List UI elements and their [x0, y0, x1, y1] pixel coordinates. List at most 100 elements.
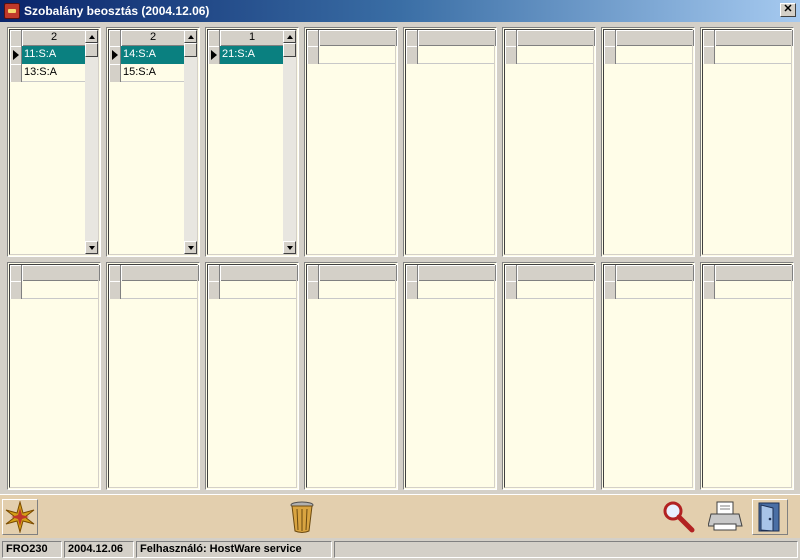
scroll-up-icon[interactable]: [184, 30, 197, 43]
list-item[interactable]: [604, 46, 692, 64]
list-item[interactable]: 14:S:A: [109, 46, 186, 64]
column-header[interactable]: [319, 265, 397, 281]
room-panel[interactable]: [403, 262, 497, 490]
column-header[interactable]: [616, 30, 694, 46]
column-header[interactable]: [418, 265, 496, 281]
column-header[interactable]: [517, 30, 595, 46]
room-panel[interactable]: [700, 27, 794, 257]
list-item[interactable]: [505, 46, 593, 64]
room-panel[interactable]: 2 14:S:A 15:S:A: [106, 27, 200, 257]
list-item[interactable]: [307, 281, 395, 299]
room-cell[interactable]: 21:S:A: [220, 46, 285, 64]
column-header[interactable]: [616, 265, 694, 281]
room-cell[interactable]: [22, 281, 100, 299]
scroll-up-icon[interactable]: [283, 30, 296, 43]
room-cell[interactable]: [616, 46, 694, 64]
room-cell[interactable]: [715, 281, 793, 299]
room-cell[interactable]: [418, 46, 496, 64]
column-header[interactable]: 1: [220, 30, 285, 46]
vertical-scrollbar[interactable]: [85, 30, 98, 254]
room-cell[interactable]: [418, 281, 496, 299]
room-panel[interactable]: [106, 262, 200, 490]
vertical-scrollbar[interactable]: [283, 30, 296, 254]
list-item[interactable]: [10, 281, 98, 299]
column-header[interactable]: 2: [22, 30, 87, 46]
printer-icon[interactable]: [708, 499, 744, 535]
scroll-down-icon[interactable]: [283, 241, 296, 254]
column-header[interactable]: [220, 265, 298, 281]
room-cell[interactable]: [319, 281, 397, 299]
room-panel[interactable]: [304, 262, 398, 490]
room-panel[interactable]: [700, 262, 794, 490]
star-icon[interactable]: [2, 499, 38, 535]
grid-corner: [703, 265, 715, 281]
row-indicator: [10, 64, 22, 82]
exit-door-icon[interactable]: [752, 499, 788, 535]
list-item[interactable]: 21:S:A: [208, 46, 285, 64]
column-header[interactable]: 2: [121, 30, 186, 46]
room-cell[interactable]: 11:S:A: [22, 46, 87, 64]
list-item[interactable]: [406, 281, 494, 299]
room-cell[interactable]: [517, 281, 595, 299]
row-indicator: [109, 64, 121, 82]
room-cell[interactable]: [121, 281, 199, 299]
scroll-thumb[interactable]: [85, 43, 98, 57]
vertical-scrollbar[interactable]: [184, 30, 197, 254]
list-item[interactable]: [307, 46, 395, 64]
column-header[interactable]: [22, 265, 100, 281]
column-header[interactable]: [319, 30, 397, 46]
room-cell[interactable]: [715, 46, 793, 64]
grid-corner: [703, 30, 715, 46]
room-cell[interactable]: [517, 46, 595, 64]
room-panel[interactable]: 2 11:S:A 13:S:A: [7, 27, 101, 257]
list-item[interactable]: [406, 46, 494, 64]
column-header[interactable]: [517, 265, 595, 281]
room-panel[interactable]: [304, 27, 398, 257]
room-cell[interactable]: [616, 281, 694, 299]
room-panel[interactable]: 1 21:S:A: [205, 27, 299, 257]
room-panel[interactable]: [502, 262, 596, 490]
search-icon[interactable]: [660, 499, 696, 535]
room-panel[interactable]: [403, 27, 497, 257]
column-header[interactable]: [715, 265, 793, 281]
scroll-down-icon[interactable]: [184, 241, 197, 254]
close-button[interactable]: ✕: [780, 3, 796, 17]
room-cell[interactable]: [319, 46, 397, 64]
scroll-thumb[interactable]: [283, 43, 296, 57]
list-item[interactable]: [505, 281, 593, 299]
room-panel[interactable]: [7, 262, 101, 490]
row-indicator: [604, 281, 616, 299]
grid-corner: [604, 30, 616, 46]
room-cell[interactable]: 15:S:A: [121, 64, 186, 82]
grid-header: [307, 30, 397, 46]
column-header[interactable]: [418, 30, 496, 46]
room-cell[interactable]: 14:S:A: [121, 46, 186, 64]
list-item[interactable]: [109, 281, 197, 299]
column-header[interactable]: [715, 30, 793, 46]
list-item[interactable]: [604, 281, 692, 299]
grid-header: 2: [109, 30, 186, 46]
scroll-thumb[interactable]: [184, 43, 197, 57]
grid-header: [109, 265, 199, 281]
list-item[interactable]: 13:S:A: [10, 64, 85, 82]
list-item[interactable]: 15:S:A: [109, 64, 184, 82]
room-panel[interactable]: [601, 27, 695, 257]
room-panel[interactable]: [601, 262, 695, 490]
row-indicator: [109, 46, 121, 64]
room-panel[interactable]: [205, 262, 299, 490]
trash-icon[interactable]: [284, 499, 320, 535]
column-header[interactable]: [121, 265, 199, 281]
grid-corner: [109, 265, 121, 281]
list-item[interactable]: [208, 281, 296, 299]
room-cell[interactable]: 13:S:A: [22, 64, 87, 82]
row-indicator: [505, 46, 517, 64]
grid-corner: [505, 30, 517, 46]
list-item[interactable]: 11:S:A: [10, 46, 87, 64]
list-item[interactable]: [703, 46, 791, 64]
scroll-down-icon[interactable]: [85, 241, 98, 254]
grid-header: 1: [208, 30, 285, 46]
list-item[interactable]: [703, 281, 791, 299]
room-panel[interactable]: [502, 27, 596, 257]
scroll-up-icon[interactable]: [85, 30, 98, 43]
room-cell[interactable]: [220, 281, 298, 299]
